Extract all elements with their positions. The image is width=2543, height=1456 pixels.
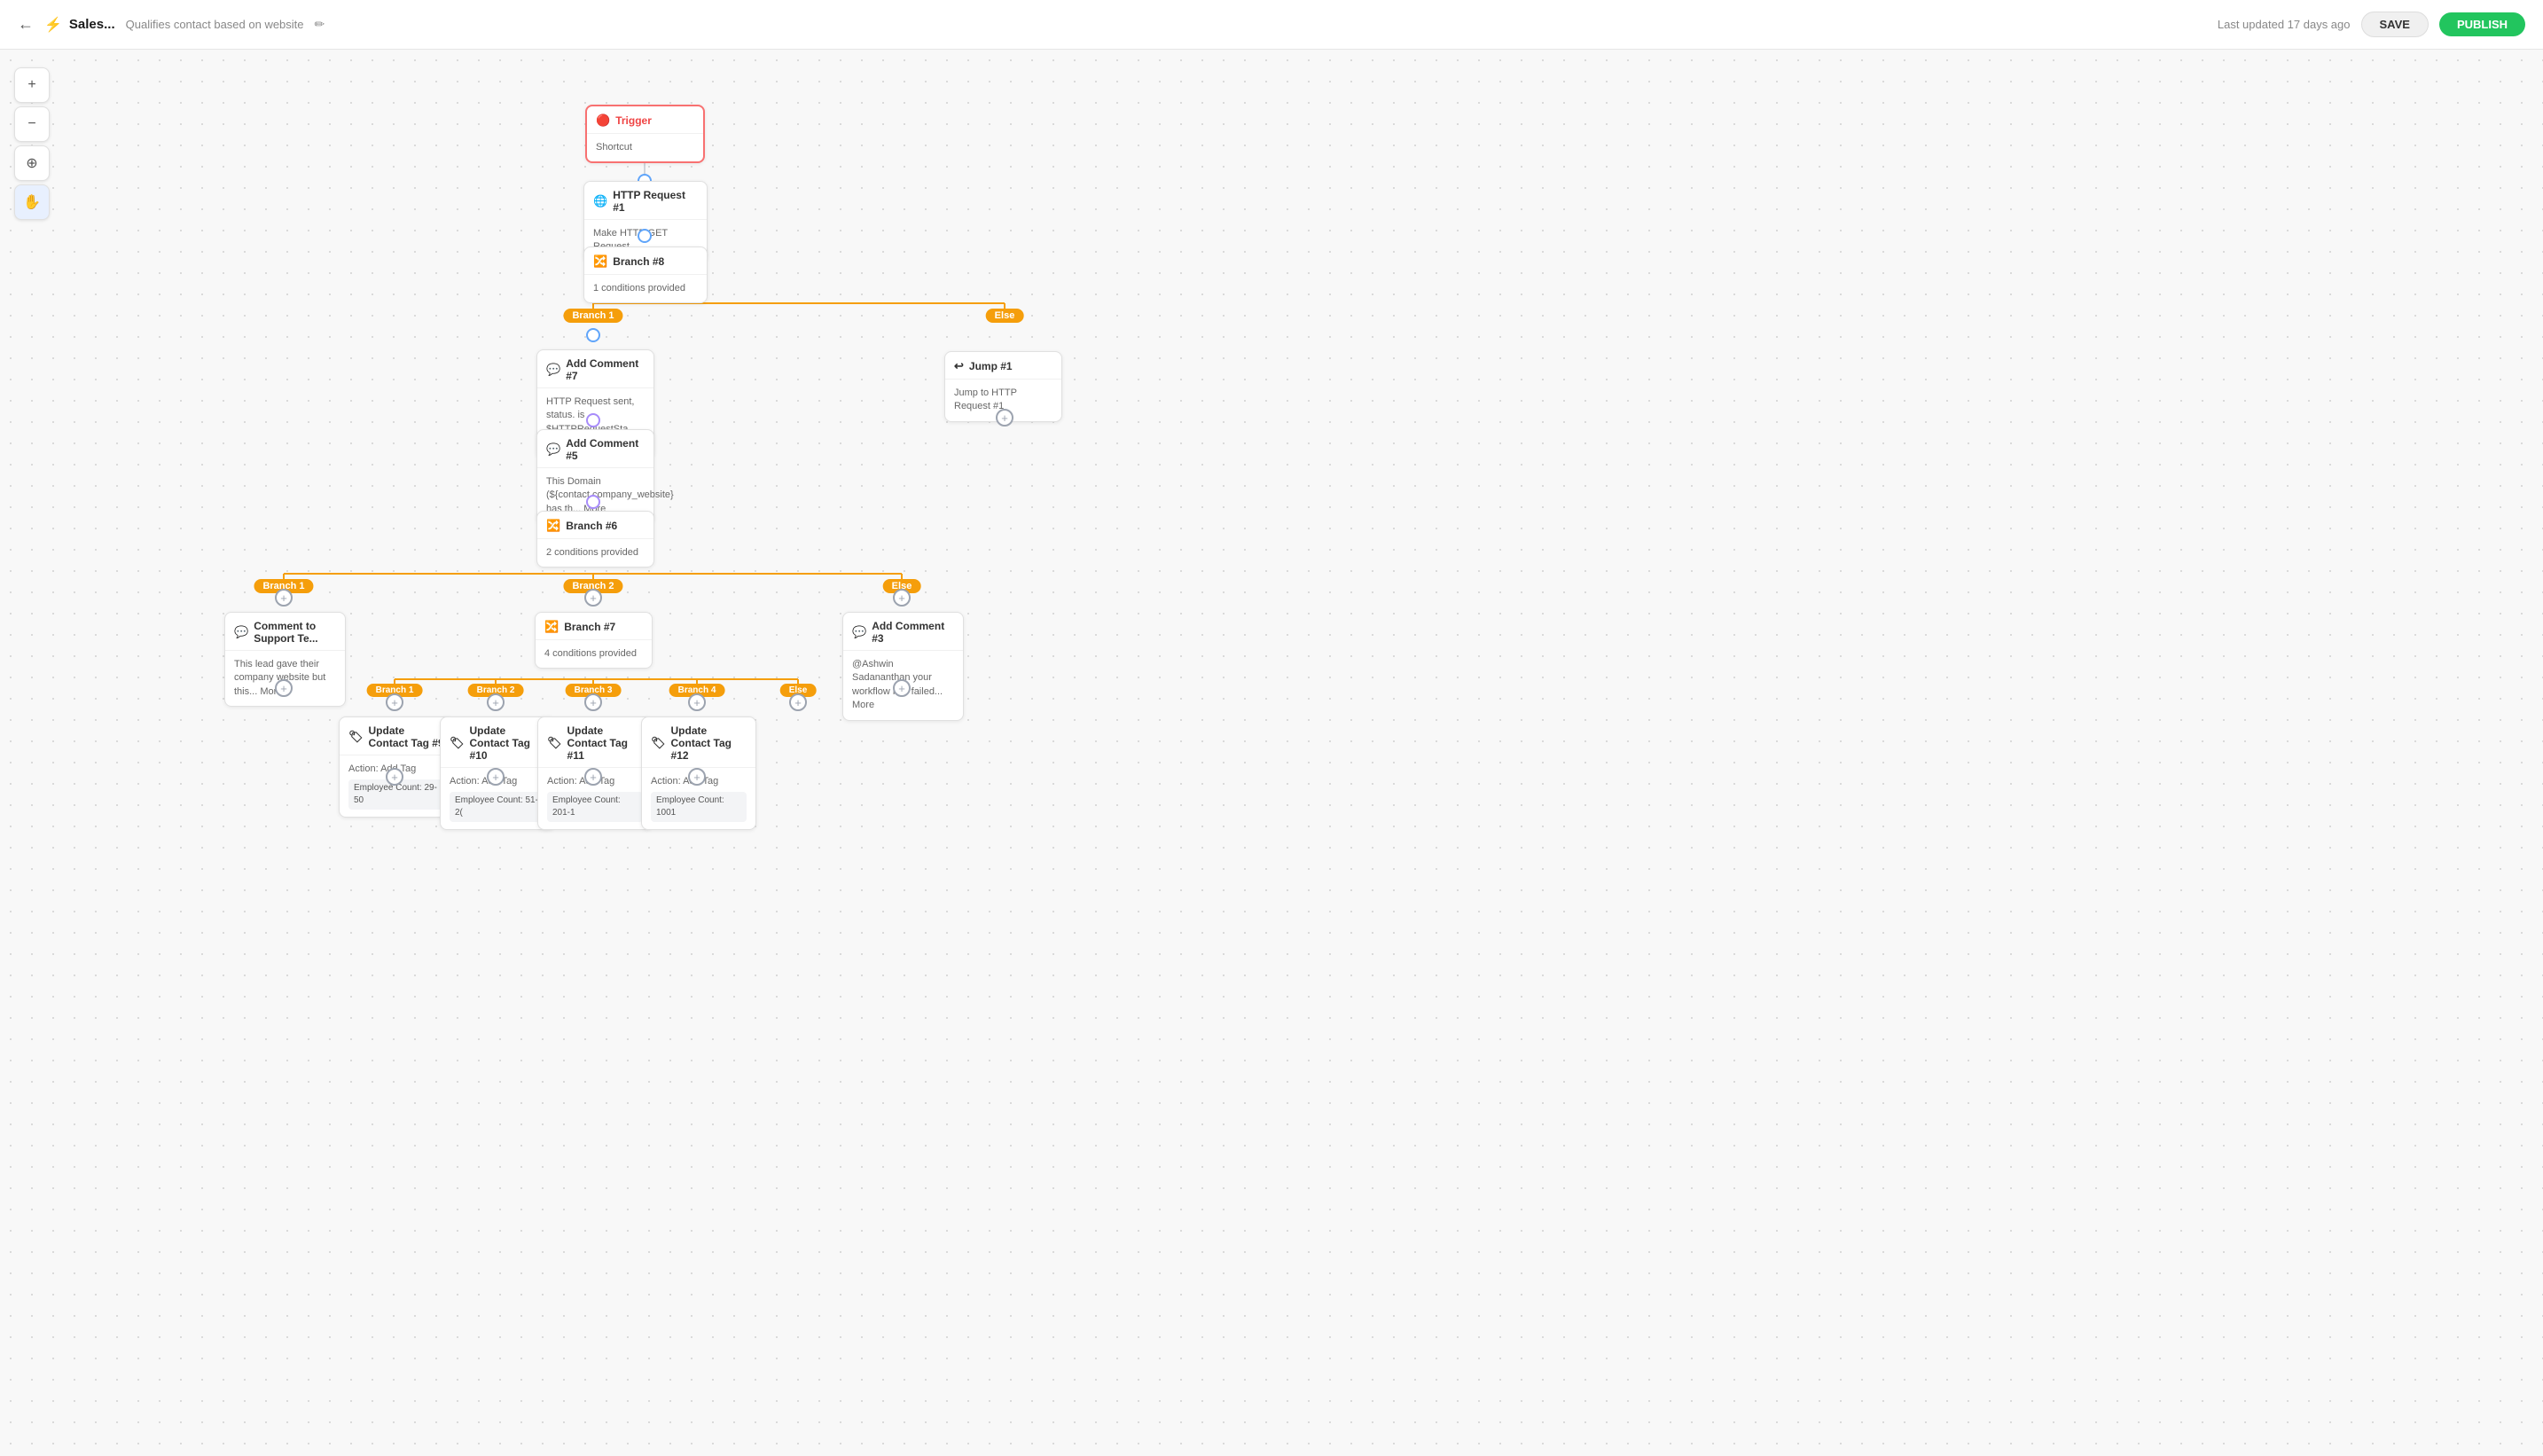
tag9-header: 🏷 Update Contact Tag #9 [340, 717, 453, 755]
branch8-title: Branch #8 [613, 255, 664, 268]
hand-tool-button[interactable]: ✋ [14, 184, 50, 220]
add-after-support[interactable]: + [275, 679, 293, 697]
last-updated: Last updated 17 days ago [2218, 18, 2351, 31]
tag11-header: 🏷 Update Contact Tag #11 [538, 717, 652, 768]
branch1-badge: Branch 1 [563, 309, 622, 323]
else-badge-1: Else [986, 309, 1024, 323]
branch7-header: 🔀 Branch #7 [536, 613, 652, 640]
add-after-tag9[interactable]: + [386, 768, 403, 786]
http-header: 🌐 HTTP Request #1 [584, 182, 707, 220]
toolbar: + − ⊕ ✋ [14, 67, 50, 220]
add-after-jump[interactable]: + [996, 409, 1013, 427]
add-after-tag11[interactable]: + [584, 768, 602, 786]
back-button[interactable]: ← [18, 15, 34, 34]
http-title: HTTP Request #1 [613, 189, 698, 214]
branch8-header: 🔀 Branch #8 [584, 247, 707, 275]
workflow-icon: ⚡ [44, 16, 62, 34]
tag12-header: 🏷 Update Contact Tag #12 [642, 717, 755, 768]
branch6-node[interactable]: 🔀 Branch #6 2 conditions provided [536, 511, 654, 568]
connector-b2-b7[interactable]: + [487, 693, 505, 711]
comment-support-title: Comment to Support Te... [254, 620, 336, 645]
save-button[interactable]: SAVE [2361, 12, 2429, 37]
zoom-out-button[interactable]: − [14, 106, 50, 142]
jump1-header: ↩ Jump #1 [945, 352, 1061, 380]
branch6-body: 2 conditions provided [537, 539, 653, 567]
branch7-node[interactable]: 🔀 Branch #7 4 conditions provided [535, 612, 653, 669]
tag10-title: Update Contact Tag #10 [470, 724, 545, 762]
workflow-name: ⚡ Sales... [44, 16, 115, 34]
branch8-body: 1 conditions provided [584, 275, 707, 302]
branch6-header: 🔀 Branch #6 [537, 512, 653, 539]
workflow-desc: Qualifies contact based on website [126, 18, 304, 31]
comment7-title: Add Comment #7 [566, 357, 645, 382]
add-after-tag10[interactable]: + [487, 768, 505, 786]
comment5-header: 💬 Add Comment #5 [537, 430, 653, 468]
branch6-title: Branch #6 [566, 520, 617, 532]
connector-4[interactable] [586, 413, 600, 427]
connector-b3-b7[interactable]: + [584, 693, 602, 711]
comment5-title: Add Comment #5 [566, 437, 645, 462]
tag11-title: Update Contact Tag #11 [567, 724, 643, 762]
jump1-title: Jump #1 [969, 360, 1013, 372]
comment3-node[interactable]: 💬 Add Comment #3 @Ashwin Sadananthan you… [842, 612, 964, 721]
branch7-body: 4 conditions provided [536, 640, 652, 668]
connector-5[interactable] [586, 495, 600, 509]
connector-3[interactable] [586, 328, 600, 342]
add-after-tag12[interactable]: + [688, 768, 706, 786]
connector-else-b7[interactable]: + [789, 693, 807, 711]
branch8-node[interactable]: 🔀 Branch #8 1 conditions provided [583, 247, 708, 303]
header-left: ← ⚡ Sales... Qualifies contact based on … [18, 15, 325, 34]
connector-branch1-b6[interactable]: + [275, 589, 293, 607]
header: ← ⚡ Sales... Qualifies contact based on … [0, 0, 2543, 50]
comment3-header: 💬 Add Comment #3 [843, 613, 963, 651]
comment3-title: Add Comment #3 [872, 620, 954, 645]
header-right: Last updated 17 days ago SAVE PUBLISH [2218, 12, 2525, 37]
edit-icon[interactable]: ✏ [315, 17, 325, 32]
add-after-comment3[interactable]: + [893, 679, 911, 697]
tag9-body: Action: Add Tag Employee Count: 29-50 [340, 755, 453, 817]
trigger-node[interactable]: 🔴 Trigger Shortcut [585, 105, 705, 163]
connector-2[interactable] [638, 229, 652, 243]
flow-canvas: + − ⊕ ✋ [0, 50, 2543, 1456]
comment-support-header: 💬 Comment to Support Te... [225, 613, 345, 651]
publish-button[interactable]: PUBLISH [2439, 12, 2525, 36]
connector-b4-b7[interactable]: + [688, 693, 706, 711]
zoom-in-button[interactable]: + [14, 67, 50, 103]
trigger-title: Trigger [615, 114, 652, 127]
tag12-title: Update Contact Tag #12 [671, 724, 747, 762]
connector-else-b6[interactable]: + [893, 589, 911, 607]
connector-b1-b7[interactable]: + [386, 693, 403, 711]
tag9-title: Update Contact Tag #9 [369, 724, 444, 749]
comment7-header: 💬 Add Comment #7 [537, 350, 653, 388]
trigger-header: 🔴 Trigger [587, 106, 703, 134]
connector-branch2-b6[interactable]: + [584, 589, 602, 607]
workflow-title: Sales... [69, 17, 115, 32]
tag9-node[interactable]: 🏷 Update Contact Tag #9 Action: Add Tag … [339, 716, 454, 818]
branch7-title: Branch #7 [564, 621, 615, 633]
fit-button[interactable]: ⊕ [14, 145, 50, 181]
trigger-body: Shortcut [587, 134, 703, 161]
comment-support-body: This lead gave their company website but… [225, 651, 345, 706]
